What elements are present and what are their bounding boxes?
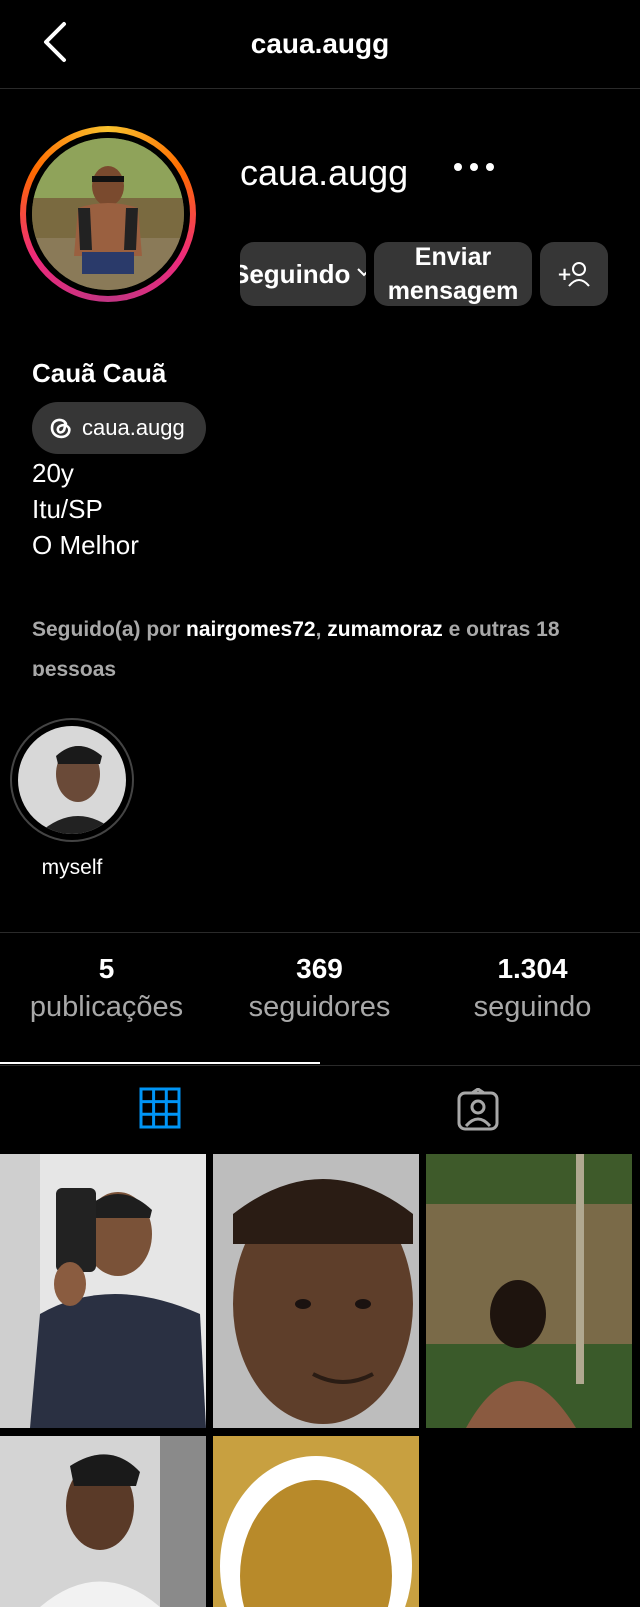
suggest-users-button[interactable]: + bbox=[540, 242, 608, 306]
page-title: caua.augg bbox=[250, 28, 390, 59]
posts-stat: 5 publicações bbox=[0, 953, 213, 1024]
avatar bbox=[32, 138, 184, 290]
following-count: 1.304 bbox=[497, 953, 568, 984]
mutual-follower-link[interactable]: zumamoraz bbox=[327, 618, 443, 641]
highlight-cover bbox=[18, 726, 126, 834]
more-horizontal-icon bbox=[454, 163, 494, 171]
posts-label: publicações bbox=[29, 991, 184, 1023]
highlight-label: myself bbox=[41, 856, 103, 879]
followed-by-text[interactable]: Seguido(a) por nairgomes72, zumamoraz e … bbox=[32, 610, 612, 676]
avatar-ring-gap bbox=[26, 132, 190, 296]
send-message-button[interactable]: Enviar mensagem bbox=[374, 242, 532, 306]
post-thumbnail[interactable] bbox=[213, 1436, 419, 1607]
display-name: Cauã Cauã bbox=[32, 358, 167, 388]
post-thumbnail[interactable] bbox=[0, 1436, 206, 1607]
chevron-down-icon bbox=[356, 265, 366, 283]
tagged-user-icon bbox=[457, 1087, 499, 1131]
following-button-label: Seguindo bbox=[240, 258, 351, 289]
followed-by-separator: , bbox=[315, 618, 322, 641]
post-thumbnail[interactable] bbox=[426, 1154, 632, 1428]
post-thumbnail[interactable] bbox=[0, 1154, 206, 1428]
followers-count: 369 bbox=[296, 953, 343, 984]
tab-posts-grid[interactable] bbox=[138, 1086, 182, 1130]
post-thumbnail[interactable] bbox=[213, 1154, 419, 1428]
followed-by-prefix: Seguido(a) por bbox=[32, 618, 181, 641]
svg-text:+: + bbox=[557, 264, 572, 285]
tab-tagged[interactable] bbox=[456, 1087, 500, 1132]
bio-line-2: Itu/SP bbox=[32, 494, 103, 524]
message-button-label-line2: mensagem bbox=[387, 277, 519, 305]
bio-line-1: 20y bbox=[32, 458, 74, 488]
grid-icon bbox=[139, 1087, 181, 1129]
story-highlight[interactable] bbox=[10, 718, 134, 842]
posts-count: 5 bbox=[98, 953, 115, 984]
threads-link[interactable]: caua.augg bbox=[32, 402, 206, 454]
active-tab-indicator bbox=[0, 1062, 320, 1064]
add-user-icon: + bbox=[557, 262, 590, 287]
profile-username: caua.augg bbox=[240, 152, 409, 193]
following-label: seguindo bbox=[473, 991, 592, 1023]
followers-label: seguidores bbox=[248, 991, 391, 1023]
profile-stats: 5 publicações 369 seguidores 1.304 segui… bbox=[0, 932, 640, 1066]
following-stat[interactable]: 1.304 seguindo bbox=[426, 953, 639, 1024]
threads-icon bbox=[46, 412, 74, 444]
bio-line-3: O Melhor bbox=[32, 530, 139, 560]
threads-handle: caua.augg bbox=[82, 415, 185, 440]
following-button[interactable]: Seguindo bbox=[240, 242, 366, 306]
mutual-follower-link[interactable]: nairgomes72 bbox=[186, 618, 316, 641]
more-options-button[interactable] bbox=[452, 156, 496, 177]
followers-stat[interactable]: 369 seguidores bbox=[213, 953, 426, 1024]
message-button-label-line1: Enviar bbox=[414, 243, 492, 271]
avatar-story-ring[interactable] bbox=[20, 126, 196, 302]
top-bar: caua.augg bbox=[0, 0, 640, 89]
